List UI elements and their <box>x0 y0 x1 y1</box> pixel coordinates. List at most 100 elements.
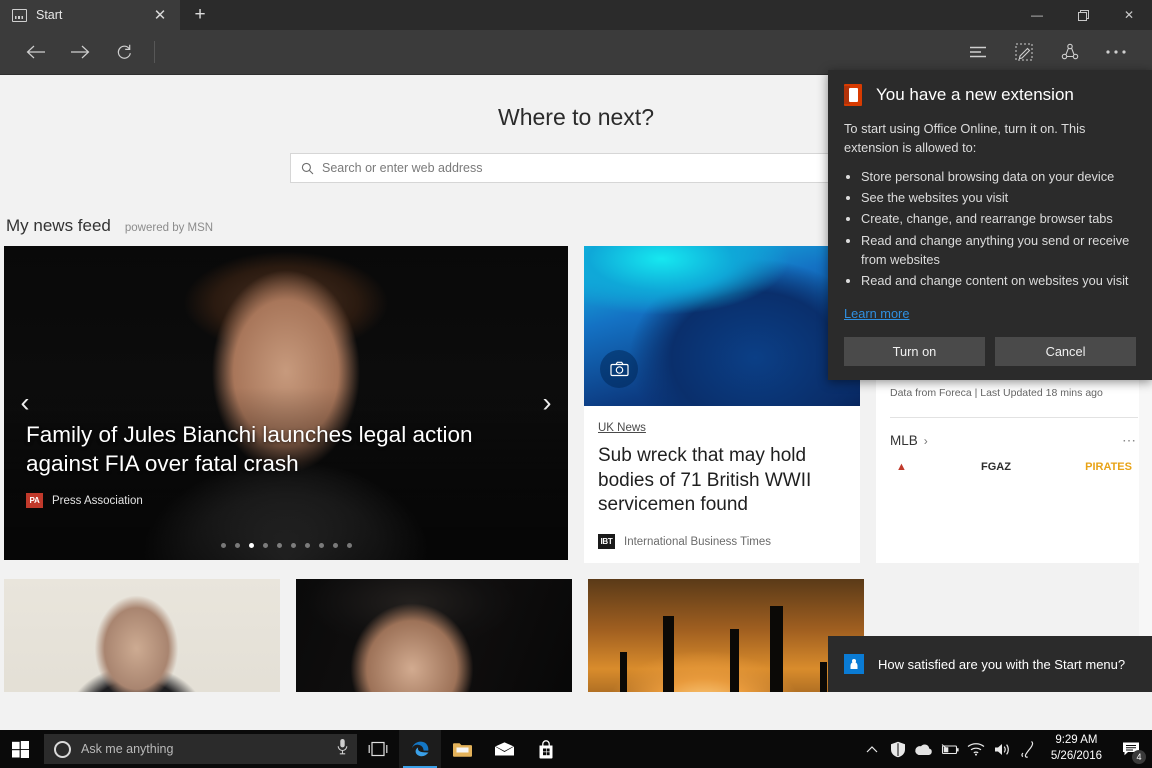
hero-headline: Family of Jules Bianchi launches legal a… <box>26 422 473 477</box>
photo-detail <box>730 629 739 692</box>
cortana-placeholder: Ask me anything <box>81 742 174 756</box>
photo-detail <box>820 662 827 692</box>
permission-item: See the websites you visit <box>861 188 1136 207</box>
learn-more-link[interactable]: Learn more <box>844 306 909 321</box>
more-ellipsis-icon[interactable] <box>1094 33 1138 71</box>
team-logo: ▲ <box>896 461 907 473</box>
refresh-icon[interactable] <box>102 33 146 71</box>
chevron-left-icon[interactable]: ‹ <box>8 388 42 419</box>
carousel-dot[interactable] <box>318 543 324 548</box>
permission-item: Read and change content on websites you … <box>861 271 1136 290</box>
sports-league-label[interactable]: MLB <box>890 433 918 448</box>
taskbar-clock[interactable]: 9:29 AM 5/26/2016 <box>1041 733 1114 764</box>
tab-title: Start <box>36 8 63 22</box>
share-icon[interactable] <box>1048 33 1092 71</box>
cortana-search-input[interactable]: Ask me anything <box>44 734 357 764</box>
clock-time: 9:29 AM <box>1055 734 1098 747</box>
close-window-button[interactable]: ✕ <box>1106 0 1152 30</box>
restore-button[interactable] <box>1060 0 1106 30</box>
task-view-icon[interactable] <box>357 730 399 768</box>
forward-arrow-icon[interactable] <box>58 33 102 71</box>
source-logo: PA <box>26 493 43 508</box>
permission-list: Store personal browsing data on your dev… <box>844 167 1136 290</box>
chevron-right-icon[interactable]: › <box>530 388 564 419</box>
windows-start-icon[interactable] <box>0 730 40 768</box>
search-icon <box>301 162 314 174</box>
new-tab-button[interactable]: + <box>180 0 220 30</box>
office-logo-icon <box>844 84 862 106</box>
microphone-icon[interactable] <box>336 738 349 760</box>
store-icon[interactable] <box>525 730 567 768</box>
carousel-dot[interactable] <box>234 543 240 548</box>
team-name: FGAZ <box>981 461 1011 473</box>
weather-credit: Data from Foreca | Last Updated 18 mins … <box>890 387 1103 399</box>
carousel-dot[interactable] <box>304 543 310 548</box>
photo-detail <box>663 616 674 692</box>
edge-icon[interactable] <box>399 730 441 768</box>
pen-icon[interactable] <box>1015 730 1041 768</box>
permission-item: Create, change, and rearrange browser ta… <box>861 209 1136 228</box>
carousel-dot[interactable] <box>332 543 338 548</box>
carousel-dots[interactable] <box>4 543 568 548</box>
carousel-dot[interactable] <box>276 543 282 548</box>
carousel-dot-active[interactable] <box>248 543 254 548</box>
team-name: PIRATES <box>1085 461 1132 473</box>
permission-item: Store personal browsing data on your dev… <box>861 167 1136 186</box>
hero-news-card[interactable]: ‹ › Family of Jules Bianchi launches leg… <box>4 246 568 560</box>
wifi-icon[interactable] <box>963 730 989 768</box>
clock-date: 5/26/2016 <box>1050 750 1102 762</box>
feedback-toast[interactable]: How satisfied are you with the Start men… <box>828 636 1152 692</box>
onedrive-icon[interactable] <box>911 730 937 768</box>
file-explorer-icon[interactable] <box>441 730 483 768</box>
tab-strip: Start ✕ + — ✕ <box>0 0 1152 30</box>
photo-detail <box>770 606 783 692</box>
carousel-dot[interactable] <box>220 543 226 548</box>
toolbar-divider <box>154 41 155 63</box>
carousel-dot[interactable] <box>290 543 296 548</box>
action-center-icon[interactable]: 4 <box>1114 730 1148 768</box>
news-card-thumb[interactable] <box>296 579 572 692</box>
cortana-circle-icon <box>54 740 71 758</box>
show-hidden-icons-chevron[interactable] <box>859 730 885 768</box>
flyout-buttons: Turn on Cancel <box>844 337 1136 380</box>
news-card-thumb[interactable] <box>4 579 280 692</box>
volume-icon[interactable] <box>989 730 1015 768</box>
card-body: UK News Sub wreck that may hold bodies o… <box>584 406 860 563</box>
hub-icon[interactable] <box>956 33 1000 71</box>
permission-item: Read and change anything you send or rec… <box>861 231 1136 269</box>
carousel-dot[interactable] <box>346 543 352 548</box>
edge-browser-window: Start ✕ + — ✕ Where to next? Search or e… <box>0 0 1152 730</box>
tab-start[interactable]: Start ✕ <box>0 0 180 30</box>
flyout-body-text: To start using Office Online, turn it on… <box>844 121 1086 155</box>
mail-icon[interactable] <box>483 730 525 768</box>
carousel-dot[interactable] <box>262 543 268 548</box>
search-input[interactable]: Search or enter web address <box>290 153 862 183</box>
extension-notification-flyout: You have a new extension To start using … <box>828 70 1152 381</box>
card-kicker[interactable]: UK News <box>598 422 646 434</box>
back-arrow-icon[interactable] <box>14 33 58 71</box>
windows-taskbar: Ask me anything 9:29 AM 5/26/2016 4 <box>0 730 1152 768</box>
windows-defender-icon[interactable] <box>885 730 911 768</box>
window-controls: — ✕ <box>1014 0 1152 30</box>
chevron-right-icon[interactable]: › <box>924 434 928 448</box>
more-ellipsis-icon[interactable]: ⋯ <box>1122 432 1138 449</box>
battery-icon[interactable] <box>937 730 963 768</box>
news-card-thumb[interactable] <box>588 579 864 692</box>
make-a-web-note-icon[interactable] <box>1002 33 1046 71</box>
sports-score-row: ▲ FGAZ PIRATES <box>890 461 1138 473</box>
cancel-button[interactable]: Cancel <box>995 337 1136 367</box>
divider <box>890 417 1138 418</box>
turn-on-button[interactable]: Turn on <box>844 337 985 367</box>
feedback-toast-text: How satisfied are you with the Start men… <box>878 656 1126 672</box>
close-icon[interactable]: ✕ <box>150 5 170 25</box>
source-name: Press Association <box>52 494 143 507</box>
minimize-button[interactable]: — <box>1014 0 1060 30</box>
start-page-icon <box>12 8 27 22</box>
news-card-sub-wreck[interactable]: UK News Sub wreck that may hold bodies o… <box>584 246 860 564</box>
news-column-left: ‹ › Family of Jules Bianchi launches leg… <box>4 246 568 563</box>
news-column-middle: UK News Sub wreck that may hold bodies o… <box>584 246 860 564</box>
hero-gradient-overlay <box>4 246 568 560</box>
sports-header: MLB › ⋯ <box>890 432 1138 449</box>
card-headline: Sub wreck that may hold bodies of 71 Bri… <box>598 445 812 516</box>
toolbar-actions <box>956 33 1144 71</box>
